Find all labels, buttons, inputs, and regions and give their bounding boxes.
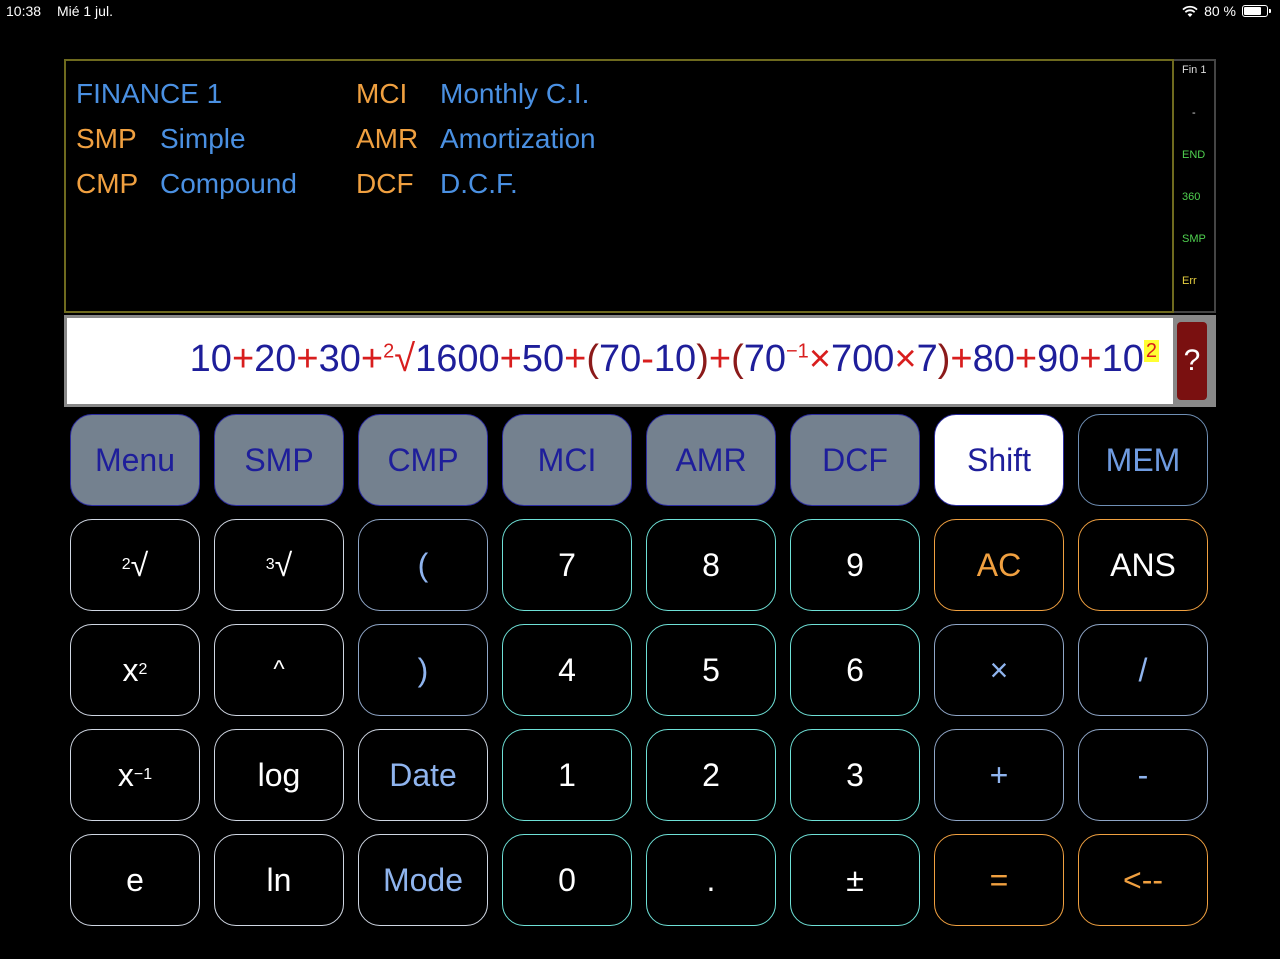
- indicator-dash: -: [1192, 107, 1196, 119]
- sign-toggle-button[interactable]: ±: [790, 834, 920, 926]
- mode-button[interactable]: Mode: [358, 834, 488, 926]
- menu-item-dcf: DCF D.C.F.: [356, 168, 518, 199]
- status-time: 10:38: [6, 3, 42, 19]
- answer-button[interactable]: ANS: [1078, 519, 1208, 611]
- wifi-icon: [1182, 5, 1198, 17]
- digit-9-button[interactable]: 9: [790, 519, 920, 611]
- reciprocal-button[interactable]: x −1: [70, 729, 200, 821]
- smp-button[interactable]: SMP: [214, 414, 344, 506]
- indicator-panel: Fin 1 - END 360 SMP Err: [1174, 59, 1216, 313]
- help-button[interactable]: ?: [1177, 322, 1207, 400]
- ln-button[interactable]: ln: [214, 834, 344, 926]
- expression-text: 10+20+30+2√1600+50+(70-10)+(70−1×700×7)+…: [189, 338, 1159, 380]
- menu-title: FINANCE 1: [76, 78, 223, 109]
- mci-button[interactable]: MCI: [502, 414, 632, 506]
- cmp-button[interactable]: CMP: [358, 414, 488, 506]
- digit-2-button[interactable]: 2: [646, 729, 776, 821]
- indicator-mode: Fin 1: [1182, 64, 1207, 76]
- shift-button[interactable]: Shift: [934, 414, 1064, 506]
- menu-item-mci: MCI Monthly C.I.: [356, 78, 590, 109]
- menu-button[interactable]: Menu: [70, 414, 200, 506]
- cursor-exponent: 2: [1143, 340, 1159, 363]
- indicator-days: 360: [1182, 191, 1201, 203]
- dcf-button[interactable]: DCF: [790, 414, 920, 506]
- minus-button[interactable]: -: [1078, 729, 1208, 821]
- digit-3-button[interactable]: 3: [790, 729, 920, 821]
- divide-button[interactable]: /: [1078, 624, 1208, 716]
- open-paren-button[interactable]: (: [358, 519, 488, 611]
- menu-item-smp: SMP Simple: [76, 123, 246, 154]
- square-button[interactable]: x2: [70, 624, 200, 716]
- date-button[interactable]: Date: [358, 729, 488, 821]
- status-bar: 10:38 Mié 1 jul. 80 %: [0, 0, 1280, 24]
- digit-4-button[interactable]: 4: [502, 624, 632, 716]
- e-constant-button[interactable]: e: [70, 834, 200, 926]
- indicator-type: SMP: [1182, 233, 1206, 245]
- menu-display: FINANCE 1 SMP Simple CMP Compound MCI Month…: [64, 59, 1174, 313]
- digit-0-button[interactable]: 0: [502, 834, 632, 926]
- multiply-button[interactable]: ×: [934, 624, 1064, 716]
- mem-button[interactable]: MEM: [1078, 414, 1208, 506]
- all-clear-button[interactable]: AC: [934, 519, 1064, 611]
- close-paren-button[interactable]: ): [358, 624, 488, 716]
- menu-item-cmp: CMP Compound: [76, 168, 297, 199]
- status-date: Mié 1 jul.: [56, 3, 113, 19]
- plus-button[interactable]: +: [934, 729, 1064, 821]
- backspace-button[interactable]: <--: [1078, 834, 1208, 926]
- amr-button[interactable]: AMR: [646, 414, 776, 506]
- digit-7-button[interactable]: 7: [502, 519, 632, 611]
- expression-field[interactable]: 10+20+30+2√1600+50+(70-10)+(70−1×700×7)+…: [64, 315, 1216, 407]
- equals-button[interactable]: =: [934, 834, 1064, 926]
- cube-root-button[interactable]: 3 √: [214, 519, 344, 611]
- digit-6-button[interactable]: 6: [790, 624, 920, 716]
- battery-icon: [1242, 5, 1271, 17]
- battery-percent: 80 %: [1204, 3, 1236, 19]
- digit-8-button[interactable]: 8: [646, 519, 776, 611]
- digit-1-button[interactable]: 1: [502, 729, 632, 821]
- decimal-point-button[interactable]: .: [646, 834, 776, 926]
- menu-item-amr: AMR Amortization: [356, 123, 596, 154]
- square-root-button[interactable]: 2 √: [70, 519, 200, 611]
- power-button[interactable]: ^: [214, 624, 344, 716]
- log-button[interactable]: log: [214, 729, 344, 821]
- indicator-end: END: [1182, 149, 1206, 161]
- digit-5-button[interactable]: 5: [646, 624, 776, 716]
- indicator-err: Err: [1182, 275, 1197, 287]
